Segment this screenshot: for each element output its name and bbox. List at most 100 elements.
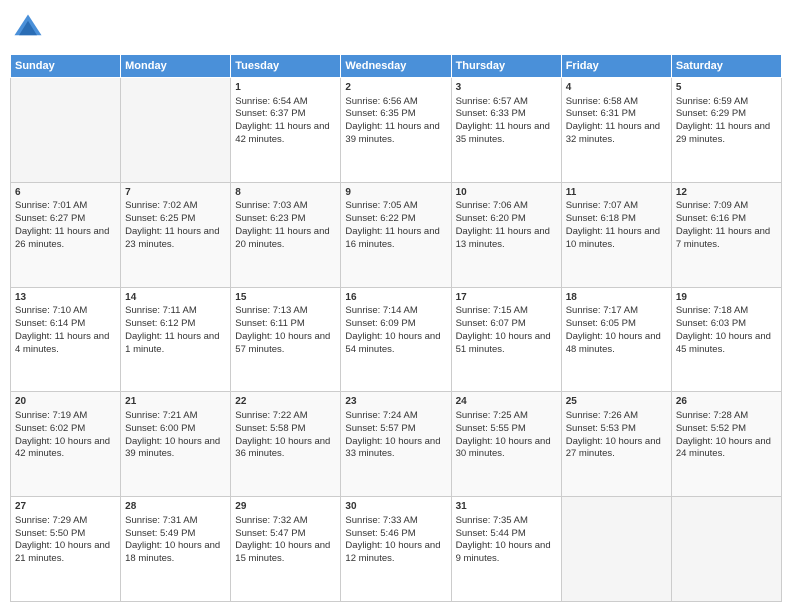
calendar-cell [11, 78, 121, 183]
calendar-cell: 19Sunrise: 7:18 AMSunset: 6:03 PMDayligh… [671, 287, 781, 392]
sunrise-text: Sunrise: 7:19 AM [15, 410, 116, 423]
calendar-cell [561, 497, 671, 602]
sunset-text: Sunset: 5:58 PM [235, 423, 336, 436]
sunset-text: Sunset: 6:16 PM [676, 213, 777, 226]
sunrise-text: Sunrise: 6:56 AM [345, 96, 446, 109]
calendar-cell: 30Sunrise: 7:33 AMSunset: 5:46 PMDayligh… [341, 497, 451, 602]
calendar-cell: 27Sunrise: 7:29 AMSunset: 5:50 PMDayligh… [11, 497, 121, 602]
sunset-text: Sunset: 6:07 PM [456, 318, 557, 331]
sunrise-text: Sunrise: 7:31 AM [125, 515, 226, 528]
day-number: 2 [345, 81, 446, 95]
day-number: 10 [456, 186, 557, 200]
day-number: 7 [125, 186, 226, 200]
daylight-text: Daylight: 11 hours and 32 minutes. [566, 121, 667, 147]
day-number: 11 [566, 186, 667, 200]
sunrise-text: Sunrise: 7:28 AM [676, 410, 777, 423]
day-number: 19 [676, 291, 777, 305]
sunrise-text: Sunrise: 7:17 AM [566, 305, 667, 318]
sunrise-text: Sunrise: 6:58 AM [566, 96, 667, 109]
day-number: 28 [125, 500, 226, 514]
sunset-text: Sunset: 6:29 PM [676, 108, 777, 121]
day-number: 21 [125, 395, 226, 409]
sunrise-text: Sunrise: 7:13 AM [235, 305, 336, 318]
sunrise-text: Sunrise: 7:06 AM [456, 200, 557, 213]
calendar-week-row: 6Sunrise: 7:01 AMSunset: 6:27 PMDaylight… [11, 182, 782, 287]
header [10, 10, 782, 46]
sunrise-text: Sunrise: 6:57 AM [456, 96, 557, 109]
sunset-text: Sunset: 6:03 PM [676, 318, 777, 331]
sunset-text: Sunset: 5:52 PM [676, 423, 777, 436]
daylight-text: Daylight: 10 hours and 42 minutes. [15, 436, 116, 462]
calendar-cell: 26Sunrise: 7:28 AMSunset: 5:52 PMDayligh… [671, 392, 781, 497]
sunrise-text: Sunrise: 7:07 AM [566, 200, 667, 213]
daylight-text: Daylight: 11 hours and 16 minutes. [345, 226, 446, 252]
calendar-cell: 3Sunrise: 6:57 AMSunset: 6:33 PMDaylight… [451, 78, 561, 183]
calendar-cell: 18Sunrise: 7:17 AMSunset: 6:05 PMDayligh… [561, 287, 671, 392]
page: SundayMondayTuesdayWednesdayThursdayFrid… [0, 0, 792, 612]
day-of-week-header: Tuesday [231, 55, 341, 78]
day-of-week-header: Sunday [11, 55, 121, 78]
sunrise-text: Sunrise: 7:18 AM [676, 305, 777, 318]
calendar-cell: 31Sunrise: 7:35 AMSunset: 5:44 PMDayligh… [451, 497, 561, 602]
day-of-week-header: Friday [561, 55, 671, 78]
sunrise-text: Sunrise: 7:33 AM [345, 515, 446, 528]
daylight-text: Daylight: 11 hours and 10 minutes. [566, 226, 667, 252]
logo-icon [10, 10, 46, 46]
calendar: SundayMondayTuesdayWednesdayThursdayFrid… [10, 54, 782, 602]
daylight-text: Daylight: 10 hours and 18 minutes. [125, 540, 226, 566]
calendar-cell: 14Sunrise: 7:11 AMSunset: 6:12 PMDayligh… [121, 287, 231, 392]
day-number: 25 [566, 395, 667, 409]
calendar-cell: 17Sunrise: 7:15 AMSunset: 6:07 PMDayligh… [451, 287, 561, 392]
sunset-text: Sunset: 6:09 PM [345, 318, 446, 331]
sunset-text: Sunset: 6:20 PM [456, 213, 557, 226]
sunset-text: Sunset: 6:22 PM [345, 213, 446, 226]
day-of-week-header: Thursday [451, 55, 561, 78]
calendar-cell: 24Sunrise: 7:25 AMSunset: 5:55 PMDayligh… [451, 392, 561, 497]
day-number: 16 [345, 291, 446, 305]
daylight-text: Daylight: 11 hours and 23 minutes. [125, 226, 226, 252]
calendar-cell: 11Sunrise: 7:07 AMSunset: 6:18 PMDayligh… [561, 182, 671, 287]
sunset-text: Sunset: 6:23 PM [235, 213, 336, 226]
sunrise-text: Sunrise: 7:02 AM [125, 200, 226, 213]
day-number: 22 [235, 395, 336, 409]
calendar-cell: 23Sunrise: 7:24 AMSunset: 5:57 PMDayligh… [341, 392, 451, 497]
daylight-text: Daylight: 11 hours and 4 minutes. [15, 331, 116, 357]
day-number: 26 [676, 395, 777, 409]
daylight-text: Daylight: 11 hours and 26 minutes. [15, 226, 116, 252]
calendar-cell: 10Sunrise: 7:06 AMSunset: 6:20 PMDayligh… [451, 182, 561, 287]
sunrise-text: Sunrise: 7:09 AM [676, 200, 777, 213]
daylight-text: Daylight: 10 hours and 36 minutes. [235, 436, 336, 462]
day-number: 5 [676, 81, 777, 95]
day-number: 17 [456, 291, 557, 305]
sunset-text: Sunset: 6:05 PM [566, 318, 667, 331]
day-number: 15 [235, 291, 336, 305]
sunrise-text: Sunrise: 7:15 AM [456, 305, 557, 318]
sunrise-text: Sunrise: 7:10 AM [15, 305, 116, 318]
sunrise-text: Sunrise: 7:32 AM [235, 515, 336, 528]
calendar-cell: 6Sunrise: 7:01 AMSunset: 6:27 PMDaylight… [11, 182, 121, 287]
calendar-cell: 9Sunrise: 7:05 AMSunset: 6:22 PMDaylight… [341, 182, 451, 287]
calendar-cell [121, 78, 231, 183]
daylight-text: Daylight: 10 hours and 51 minutes. [456, 331, 557, 357]
daylight-text: Daylight: 10 hours and 21 minutes. [15, 540, 116, 566]
calendar-cell: 20Sunrise: 7:19 AMSunset: 6:02 PMDayligh… [11, 392, 121, 497]
sunset-text: Sunset: 6:33 PM [456, 108, 557, 121]
day-number: 4 [566, 81, 667, 95]
calendar-cell: 21Sunrise: 7:21 AMSunset: 6:00 PMDayligh… [121, 392, 231, 497]
calendar-cell [671, 497, 781, 602]
calendar-cell: 1Sunrise: 6:54 AMSunset: 6:37 PMDaylight… [231, 78, 341, 183]
sunset-text: Sunset: 5:50 PM [15, 528, 116, 541]
sunrise-text: Sunrise: 7:21 AM [125, 410, 226, 423]
daylight-text: Daylight: 10 hours and 27 minutes. [566, 436, 667, 462]
sunset-text: Sunset: 5:53 PM [566, 423, 667, 436]
sunset-text: Sunset: 6:27 PM [15, 213, 116, 226]
calendar-cell: 28Sunrise: 7:31 AMSunset: 5:49 PMDayligh… [121, 497, 231, 602]
calendar-cell: 8Sunrise: 7:03 AMSunset: 6:23 PMDaylight… [231, 182, 341, 287]
day-number: 13 [15, 291, 116, 305]
calendar-week-row: 20Sunrise: 7:19 AMSunset: 6:02 PMDayligh… [11, 392, 782, 497]
day-number: 29 [235, 500, 336, 514]
calendar-header-row: SundayMondayTuesdayWednesdayThursdayFrid… [11, 55, 782, 78]
daylight-text: Daylight: 10 hours and 24 minutes. [676, 436, 777, 462]
daylight-text: Daylight: 10 hours and 39 minutes. [125, 436, 226, 462]
daylight-text: Daylight: 11 hours and 13 minutes. [456, 226, 557, 252]
